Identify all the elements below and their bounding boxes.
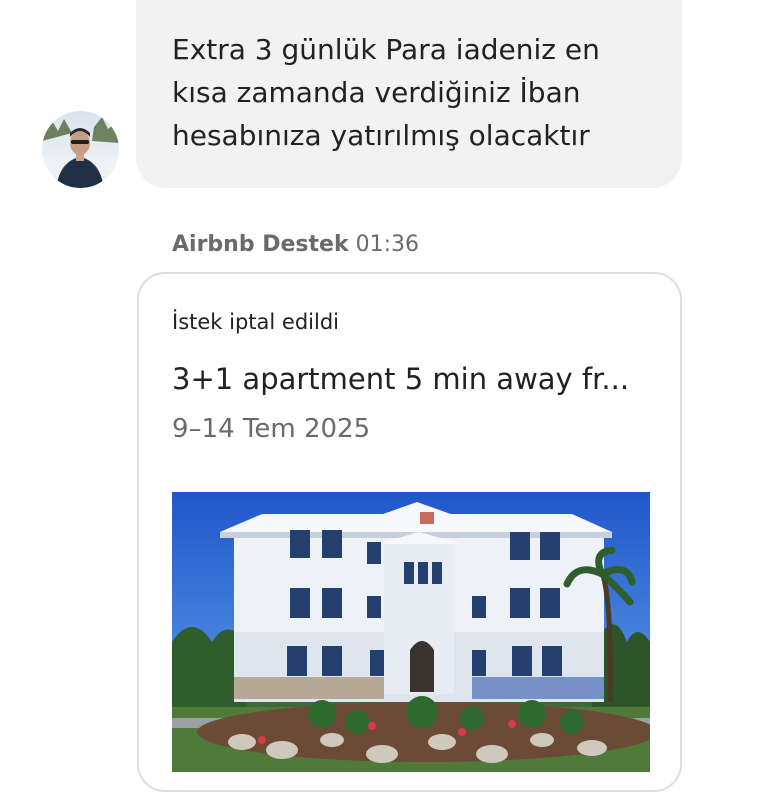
reservation-dates: 9–14 Tem 2025 [172,414,371,444]
listing-title[interactable]: 3+1 apartment 5 min away fr... [172,362,652,396]
reservation-status: İstek iptal edildi [172,310,339,334]
listing-image [172,492,650,772]
message-time: 01:36 [355,232,419,257]
user-avatar[interactable] [42,111,119,188]
reservation-card[interactable]: İstek iptal edildi 3+1 apartment 5 min a… [137,272,682,792]
message-text: Extra 3 günlük Para iadeniz en kısa zama… [172,33,600,152]
sender-name: Airbnb Destek [172,232,349,257]
listing-photo[interactable] [172,492,650,772]
system-message-header: Airbnb Destek 01:36 [172,232,419,257]
message-bubble[interactable]: Extra 3 günlük Para iadeniz en kısa zama… [136,0,682,188]
avatar-photo [42,111,119,188]
